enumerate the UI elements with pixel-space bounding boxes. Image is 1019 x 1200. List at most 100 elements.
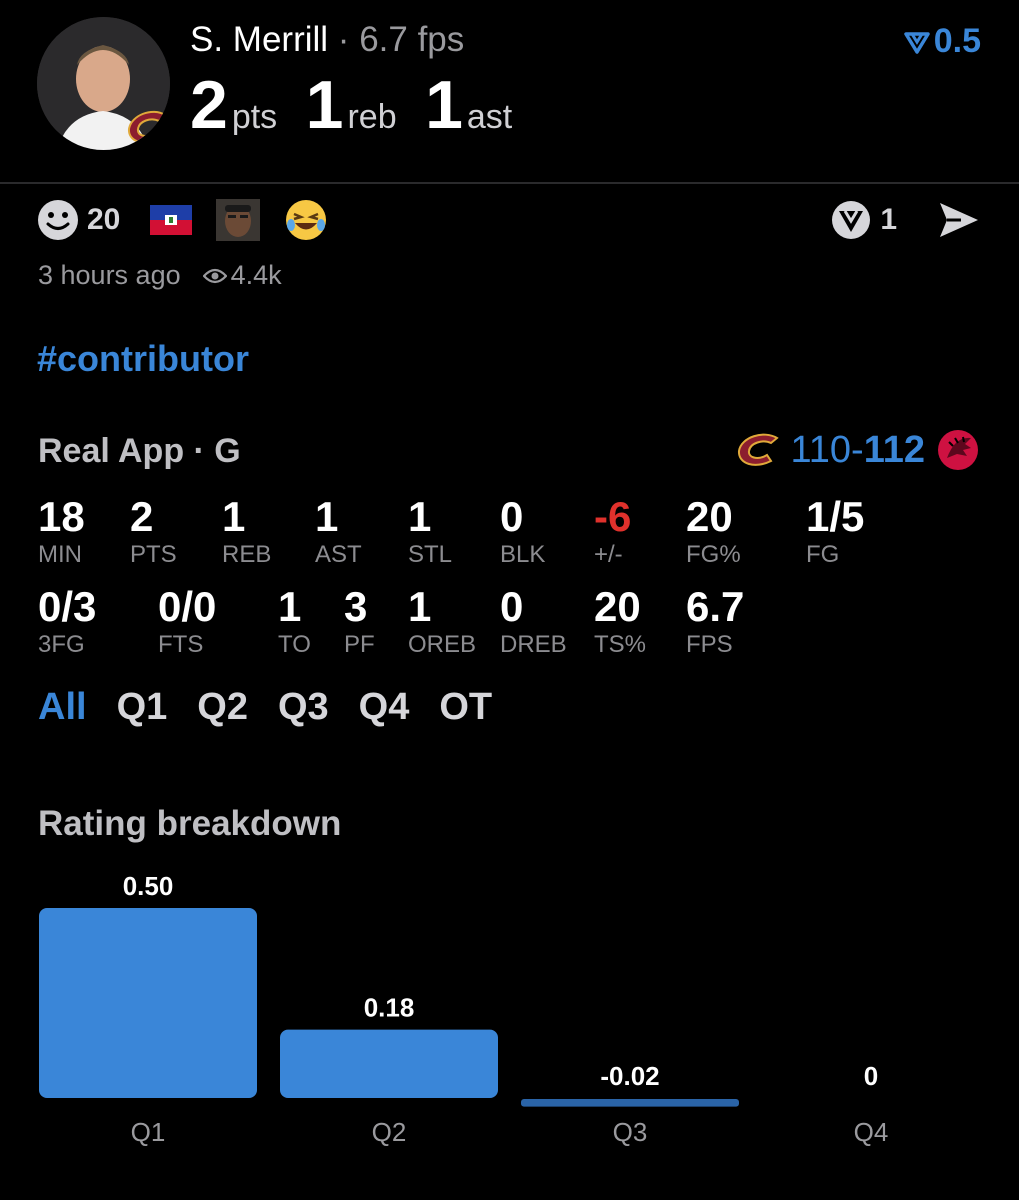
stat-fg-: 20 FG% [686,494,741,570]
stat-ts-: 20 TS% [594,584,646,660]
stat-label: MIN [38,541,82,568]
rating-breakdown-chart: 0.50 Q1 0.18 Q2 -0.02 Q3 0 Q4 [39,871,889,1147]
eye-icon [202,268,227,283]
stat-oreb: 1 OREB [408,584,476,660]
stat-blk: 0 BLK [500,494,545,570]
stat-pts: 2 PTS [130,494,177,570]
ast-unit: ast [466,98,513,136]
pts-unit: pts [231,98,278,136]
view-count: 4.4k [230,260,282,290]
view-count-group: 4.4k [202,260,282,291]
time-ago: 3 hours ago [38,260,181,290]
post-meta: 3 hours ago 4.4k [38,260,282,291]
stat-label: 3FG [38,631,85,658]
tab-q2[interactable]: Q2 [197,686,248,729]
stat-value: 1 [315,493,339,540]
away-score: 112 [863,428,925,471]
stat-fg: 1/5 FG [806,494,864,570]
stat-to: 1 TO [278,584,311,660]
stat-value: 1 [408,493,432,540]
stat-label: PF [344,631,375,658]
rating-breakdown-title: Rating breakdown [38,804,342,843]
ast-value: 1 [425,67,463,143]
tab-q1[interactable]: Q1 [117,686,168,729]
hashtag-link[interactable]: #contributor [37,338,249,380]
stat-label: +/- [594,541,623,568]
reaction-bar: 20 [37,198,352,242]
vote-count: 1 [880,203,897,236]
tab-all[interactable]: All [38,686,87,729]
stat-value: 1 [278,583,302,630]
stat-ast: 1 AST [315,494,362,570]
home-score: 110- [790,428,864,471]
stat-value: 0 [500,583,524,630]
stat-value: 18 [38,493,85,540]
face-meme-icon[interactable] [216,199,261,241]
cavaliers-logo-icon [738,433,780,466]
reb-unit: reb [347,98,397,136]
stat-value: -6 [594,493,632,540]
post-actions: 1 [830,198,981,242]
stat-value: 1 [408,583,432,630]
category-label: Q2 [372,1117,407,1147]
tab-q4[interactable]: Q4 [359,686,410,729]
smiley-icon[interactable] [37,199,79,241]
header-divider [0,182,1019,184]
player-name[interactable]: S. Merrill [190,20,328,59]
fps-text: 6.7 fps [359,20,465,59]
bar-q1 [39,908,257,1098]
stat-value: 0/0 [158,583,217,630]
stat-label: FPS [686,631,733,658]
stat-value: 20 [594,583,641,630]
tab-ot[interactable]: OT [439,686,492,729]
stat-value: 3 [344,583,368,630]
category-label: Q4 [854,1117,889,1147]
stat-label: TO [278,631,311,658]
send-arrow-icon[interactable] [937,200,981,240]
cavaliers-logo-icon [128,110,167,144]
stat-line: 2 pts 1 reb 1 ast [190,66,536,144]
bar-value-label: 0.50 [123,871,174,901]
vote-badge-icon[interactable] [830,199,872,241]
player-name-line: S. Merrill · 6.7 fps [190,20,464,60]
reb-value: 1 [305,67,344,143]
stat-label: PTS [130,541,177,568]
stat-label: TS% [594,631,647,658]
stat-label: DREB [500,631,567,658]
player-avatar[interactable] [37,17,170,150]
reaction-count: 20 [87,203,121,236]
stat-label: OREB [408,631,477,658]
stat-label: FG [806,541,840,568]
stat-pf: 3 PF [344,584,375,660]
bar-value-label: 0.18 [364,993,415,1023]
quarter-tabs: All Q1 Q2 Q3 Q4 OT [38,686,492,729]
haiti-flag-icon[interactable] [150,205,193,235]
stat-value: 6.7 [686,583,745,630]
bar-value-label: 0 [864,1061,878,1091]
pts-value: 2 [190,67,228,143]
stat-fps: 6.7 FPS [686,584,744,660]
stat-value: 1/5 [806,493,865,540]
bar-value-label: -0.02 [600,1061,659,1091]
rating-badge[interactable]: 0.5 [903,22,981,61]
stat-dreb: 0 DREB [500,584,567,660]
game-score[interactable]: 110- 112 [736,428,981,472]
stat-reb: 1 REB [222,494,271,570]
name-separator: · [337,20,350,59]
stat-label: FG% [686,541,741,568]
stat-label: AST [315,541,362,568]
stat-label: STL [408,541,453,568]
tab-q3[interactable]: Q3 [278,686,329,729]
category-label: Q1 [131,1117,166,1147]
stat-value: 2 [130,493,154,540]
stat-stl: 1 STL [408,494,452,570]
stat-label: FTS [158,631,204,658]
stat-fts: 0/0 FTS [158,584,216,660]
category-label: Q3 [613,1117,648,1147]
laughing-emoji-icon[interactable] [284,198,328,242]
stat--: -6 +/- [594,494,631,570]
bar-q2 [280,1029,498,1098]
stat-3fg: 0/3 3FG [38,584,96,660]
bar-q3 [521,1099,739,1107]
downvote-arrow-icon [903,32,930,54]
